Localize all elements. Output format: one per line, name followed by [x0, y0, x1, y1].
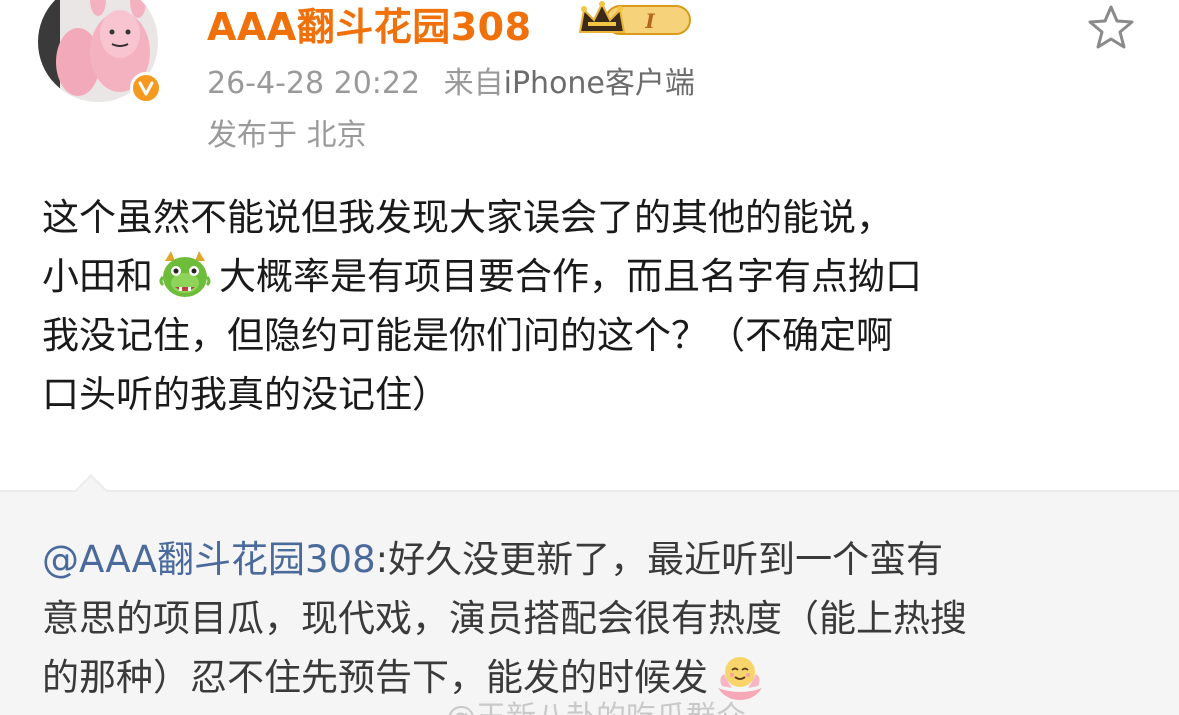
quoted-post-content: @AAA翻斗花园308:好久没更新了，最近听到一个蛮有 意思的项目瓜，现代戏，演…: [42, 530, 1152, 707]
verified-v-icon: [130, 72, 162, 104]
post-timestamp: 26-4-28 20:22: [207, 66, 421, 101]
quote-line-2: 意思的项目瓜，现代戏，演员搭配会很有热度（能上热搜: [42, 597, 967, 640]
green-dragon-emoji: [157, 247, 213, 303]
source-prefix: 来自: [443, 66, 504, 101]
avatar-container[interactable]: [38, 0, 162, 105]
content-line-4: 口头听的我真的没记住）: [42, 373, 449, 416]
quote-line-1: @AAA翻斗花园308:好久没更新了，最近听到一个蛮有: [42, 530, 1152, 589]
mention-link[interactable]: @AAA翻斗花园308: [42, 538, 376, 581]
post-location: 发布于 北京: [207, 118, 367, 153]
quote-notch: [75, 477, 107, 493]
weibo-post: AAA翻斗花园308 I 26-4-28 20:22 来自iPhone客户端 发…: [0, 0, 1179, 715]
crown-level-badge-icon[interactable]: I: [578, 0, 693, 40]
post-content: 这个虽然不能说但我发现大家误会了的其他的能说， 小田和 大概率是有项目要合作，而…: [42, 188, 1152, 424]
quote-line-1-text: :好久没更新了，最近听到一个蛮有: [375, 538, 944, 581]
post-meta: 26-4-28 20:22 来自iPhone客户端: [207, 58, 695, 102]
content-line-3: 我没记住，但隐约可能是你们问的这个？（不确定啊: [42, 314, 893, 357]
watermark-text: @王新八卦的吃瓜群众: [446, 692, 746, 715]
content-line-2: 小田和 大概率是有项目要合作，而且名字有点拗口: [42, 247, 1152, 306]
content-line-2a: 小田和: [42, 255, 153, 298]
username-link[interactable]: AAA翻斗花园308: [207, 0, 532, 51]
star-outline-icon: [1088, 5, 1134, 49]
content-line-1: 这个虽然不能说但我发现大家误会了的其他的能说，: [42, 196, 893, 239]
source-device[interactable]: iPhone客户端: [504, 66, 695, 101]
favorite-star-button[interactable]: [1086, 2, 1136, 52]
content-line-2b: 大概率是有项目要合作，而且名字有点拗口: [219, 255, 922, 298]
badge-level-text: I: [644, 9, 655, 33]
